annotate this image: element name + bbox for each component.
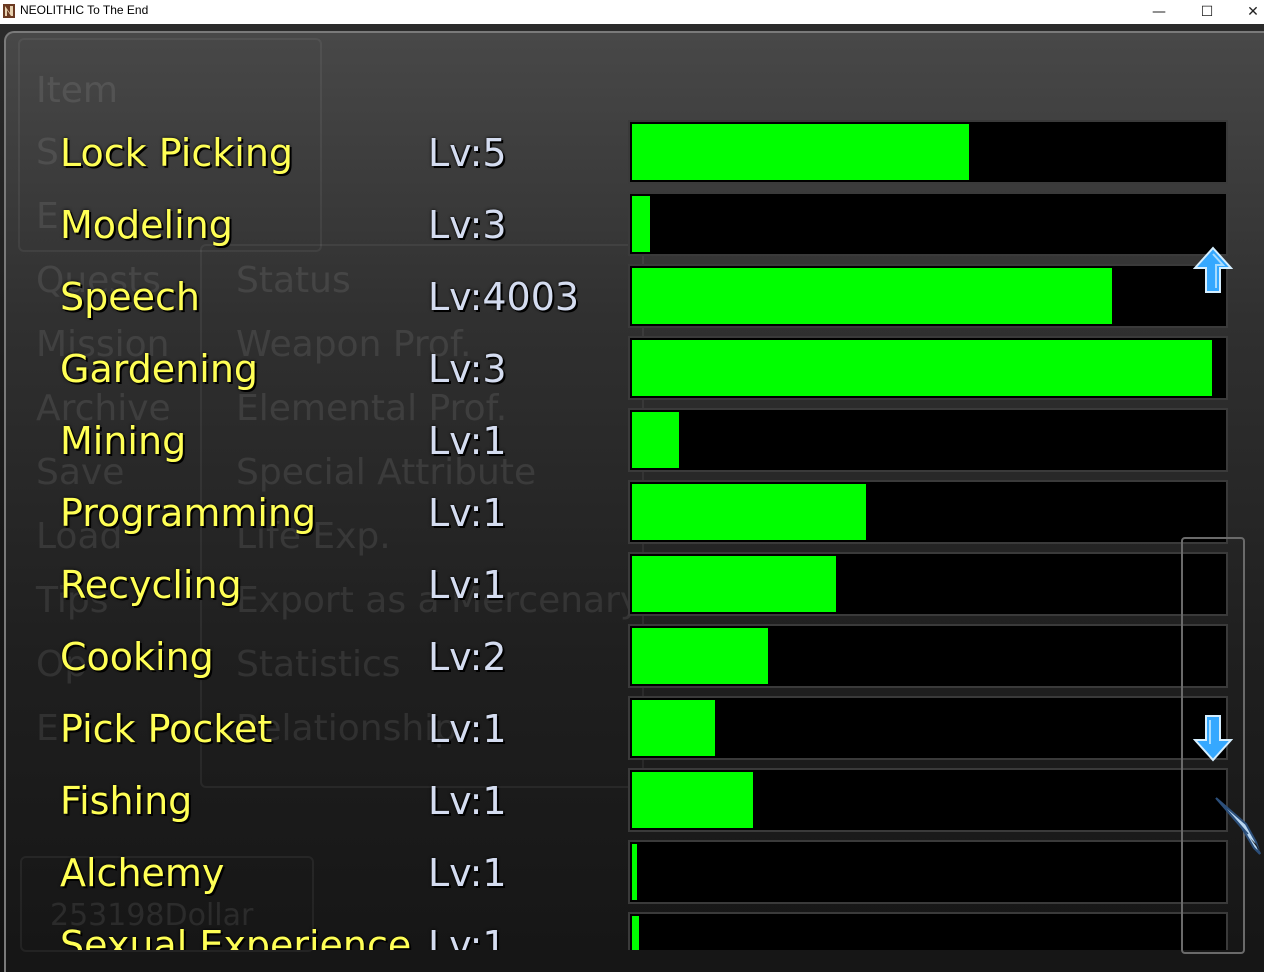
skill-progress-fill bbox=[632, 916, 639, 950]
skill-level: Lv:1 bbox=[428, 851, 507, 895]
skill-name: Lock Picking bbox=[60, 131, 294, 175]
quill-pen-icon bbox=[1215, 797, 1262, 855]
skill-row: Modeling Lv:3 bbox=[0, 190, 1264, 262]
maximize-button[interactable]: ☐ bbox=[1184, 0, 1230, 24]
skill-progress-bar bbox=[628, 120, 1228, 184]
skill-progress-fill bbox=[632, 844, 637, 900]
skill-row: Gardening Lv:3 bbox=[0, 334, 1264, 406]
skill-progress-bar bbox=[628, 192, 1228, 256]
skill-row: Sexual Experience Lv:1 bbox=[0, 910, 1264, 950]
skill-progress-fill bbox=[632, 628, 768, 684]
skill-level: Lv:3 bbox=[428, 203, 507, 247]
skill-progress-fill bbox=[632, 700, 715, 756]
minimize-button[interactable]: — bbox=[1136, 0, 1182, 24]
skill-name: Speech bbox=[60, 275, 200, 319]
skill-name: Recycling bbox=[60, 563, 242, 607]
skill-progress-fill bbox=[632, 484, 866, 540]
skill-row: Mining Lv:1 bbox=[0, 406, 1264, 478]
skill-level: Lv:1 bbox=[428, 707, 507, 751]
skill-name: Alchemy bbox=[60, 851, 225, 895]
skill-row: Lock Picking Lv:5 bbox=[0, 118, 1264, 190]
skill-name: Cooking bbox=[60, 635, 214, 679]
skill-name: Sexual Experience bbox=[60, 923, 412, 950]
skill-progress-fill bbox=[632, 268, 1112, 324]
skill-progress-bar bbox=[628, 624, 1228, 688]
app-icon bbox=[3, 4, 15, 18]
skill-progress-bar bbox=[628, 768, 1228, 832]
arrow-up-icon[interactable] bbox=[1193, 246, 1233, 296]
skill-name: Pick Pocket bbox=[60, 707, 273, 751]
skill-level: Lv:5 bbox=[428, 131, 507, 175]
game-canvas: Item S E Quests Mission Archive Save Loa… bbox=[0, 24, 1264, 972]
skill-row: Recycling Lv:1 bbox=[0, 550, 1264, 622]
skill-progress-bar bbox=[628, 480, 1228, 544]
skill-progress-fill bbox=[632, 412, 679, 468]
skill-row: Programming Lv:1 bbox=[0, 478, 1264, 550]
skill-level: Lv:2 bbox=[428, 635, 507, 679]
skill-progress-fill bbox=[632, 340, 1212, 396]
skill-row: Fishing Lv:1 bbox=[0, 766, 1264, 838]
skill-name: Programming bbox=[60, 491, 317, 535]
skill-progress-fill bbox=[632, 196, 650, 252]
skill-progress-bar bbox=[628, 336, 1228, 400]
skill-row: Pick Pocket Lv:1 bbox=[0, 694, 1264, 766]
skill-progress-bar bbox=[628, 264, 1228, 328]
skill-progress-bar bbox=[628, 840, 1228, 904]
skill-progress-bar bbox=[628, 408, 1228, 472]
skill-name: Fishing bbox=[60, 779, 193, 823]
skill-level: Lv:1 bbox=[428, 419, 507, 463]
window-title: NEOLITHIC To The End bbox=[20, 3, 149, 17]
skill-row: Cooking Lv:2 bbox=[0, 622, 1264, 694]
skill-progress-bar bbox=[628, 912, 1228, 950]
skill-name: Modeling bbox=[60, 203, 233, 247]
skill-progress-fill bbox=[632, 556, 836, 612]
scroll-indicator-frame bbox=[1181, 537, 1245, 954]
skill-progress-bar bbox=[628, 696, 1228, 760]
skill-level: Lv:1 bbox=[428, 491, 507, 535]
skill-level: Lv:1 bbox=[428, 923, 507, 950]
skill-progress-bar bbox=[628, 552, 1228, 616]
skill-name: Mining bbox=[60, 419, 187, 463]
skill-progress-fill bbox=[632, 772, 753, 828]
skill-level: Lv:1 bbox=[428, 563, 507, 607]
title-bar: NEOLITHIC To The End — ☐ ✕ bbox=[0, 0, 1264, 24]
skill-level: Lv:4003 bbox=[428, 275, 580, 319]
skill-level: Lv:3 bbox=[428, 347, 507, 391]
skill-name: Gardening bbox=[60, 347, 259, 391]
skill-row: Speech Lv:4003 bbox=[0, 262, 1264, 334]
ghost-menu-item: Item bbox=[36, 70, 118, 111]
skill-row: Alchemy Lv:1 bbox=[0, 838, 1264, 910]
skill-progress-fill bbox=[632, 124, 969, 180]
close-button[interactable]: ✕ bbox=[1230, 0, 1264, 24]
skill-level: Lv:1 bbox=[428, 779, 507, 823]
